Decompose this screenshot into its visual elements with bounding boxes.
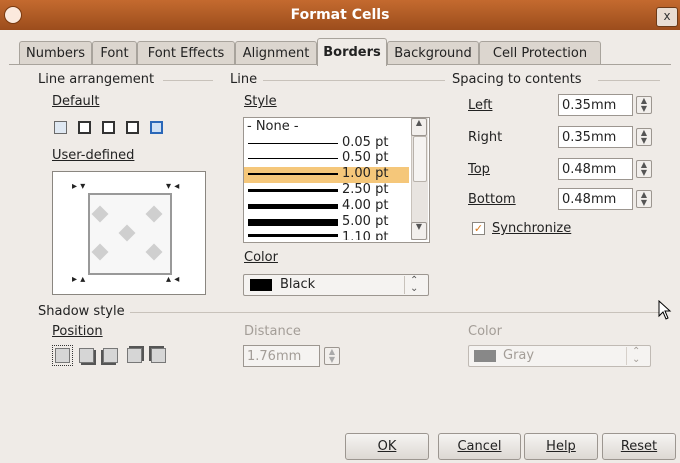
style-label: Style <box>244 94 277 109</box>
right-spin-icon[interactable]: ▲ ▼ <box>636 128 652 146</box>
group-divider <box>130 312 660 313</box>
corner-arrow-icon: ▾ ◂ <box>166 181 180 192</box>
left-label: Left <box>468 98 493 113</box>
shadow-color-value: Gray <box>503 348 535 363</box>
bottom-spin-icon[interactable]: ▲ ▼ <box>636 190 652 208</box>
corner-arrow-icon: ▴ ◂ <box>166 274 180 285</box>
distance-spin-icon[interactable]: ▲ ▼ <box>324 347 340 365</box>
user-defined-label: User-defined <box>52 148 135 163</box>
corner-arrow-icon: ▸ ▴ <box>72 274 86 285</box>
corner-arrow-icon: ▸ ▾ <box>72 181 86 192</box>
group-divider <box>598 80 660 81</box>
tab-background[interactable]: Background <box>387 41 479 65</box>
shadow-bottom-right-icon[interactable] <box>79 348 94 363</box>
left-spacing-input[interactable]: 0.35mm <box>558 94 633 116</box>
tab-borders[interactable]: Borders <box>317 38 387 66</box>
tab-font[interactable]: Font <box>92 41 137 65</box>
right-spacing-input[interactable]: 0.35mm <box>558 126 633 148</box>
select-divider <box>404 276 405 294</box>
style-item[interactable]: 5.00 pt <box>244 214 409 231</box>
reset-button[interactable]: Reset <box>602 433 676 460</box>
select-divider <box>626 347 627 365</box>
line-heading: Line <box>230 72 258 87</box>
tab-numbers[interactable]: Numbers <box>19 41 92 65</box>
shadow-bottom-left-icon[interactable] <box>103 348 118 363</box>
group-divider <box>163 80 213 81</box>
style-item[interactable]: 0.50 pt <box>244 150 409 167</box>
style-item[interactable]: 2.50 pt <box>244 182 409 199</box>
left-spin-icon[interactable]: ▲ ▼ <box>636 96 652 114</box>
mouse-cursor-icon <box>658 300 672 320</box>
style-item-none[interactable]: - None - <box>247 119 299 134</box>
line-arrangement-heading: Line arrangement <box>38 72 155 87</box>
top-spin-icon[interactable]: ▲ ▼ <box>636 160 652 178</box>
shadow-color-label: Color <box>468 324 502 339</box>
line-color-value: Black <box>280 277 316 292</box>
color-label: Color <box>244 250 278 265</box>
color-swatch <box>250 279 272 291</box>
shadow-top-right-icon[interactable] <box>127 348 142 363</box>
right-label: Right <box>468 130 503 145</box>
window-title: Format Cells <box>290 7 390 23</box>
ok-button[interactable]: OK <box>345 433 429 460</box>
scroll-thumb[interactable] <box>413 136 427 182</box>
position-label: Position <box>52 324 103 339</box>
distance-label: Distance <box>244 324 301 339</box>
close-button[interactable]: x <box>656 7 678 27</box>
synchronize-label[interactable]: Synchronize <box>492 221 571 236</box>
distance-input[interactable]: 1.76mm <box>243 345 320 367</box>
group-divider <box>263 80 445 81</box>
preset-outer-horizontal-icon[interactable] <box>102 121 115 134</box>
border-preview[interactable]: ▸ ▾ ▾ ◂ ▸ ▴ ▴ ◂ <box>52 171 206 295</box>
preset-outer-all-icon[interactable] <box>126 121 139 134</box>
style-item[interactable]: 1.10 pt <box>244 231 409 240</box>
scroll-up-icon[interactable]: ▲ <box>411 118 427 136</box>
shadow-none-icon[interactable] <box>55 348 70 363</box>
synchronize-checkbox[interactable]: ✓ <box>472 222 485 235</box>
bottom-label: Bottom <box>468 192 516 207</box>
help-button[interactable]: Help <box>524 433 598 460</box>
bottom-spacing-input[interactable]: 0.48mm <box>558 188 633 210</box>
default-label: Default <box>52 94 100 109</box>
spacing-heading: Spacing to contents <box>452 72 582 87</box>
shadow-color-swatch <box>474 350 496 362</box>
preset-outer-inner-icon[interactable] <box>150 121 163 134</box>
tab-font-effects[interactable]: Font Effects <box>137 41 235 65</box>
preset-none-icon[interactable] <box>54 121 67 134</box>
style-item[interactable]: 4.00 pt <box>244 198 409 215</box>
shadow-heading: Shadow style <box>38 304 125 319</box>
top-label: Top <box>468 162 490 177</box>
shadow-top-left-icon[interactable] <box>151 348 166 363</box>
cancel-button[interactable]: Cancel <box>438 433 521 460</box>
top-spacing-input[interactable]: 0.48mm <box>558 158 633 180</box>
chevron-updown-icon: ⌃ ⌄ <box>410 275 419 294</box>
preset-outer-icon[interactable] <box>78 121 91 134</box>
scroll-down-icon[interactable]: ▼ <box>411 222 427 240</box>
tab-alignment[interactable]: Alignment <box>235 41 317 65</box>
tab-cell-protection[interactable]: Cell Protection <box>479 41 601 65</box>
chevron-updown-icon: ⌃ ⌄ <box>632 346 641 365</box>
style-item-selected[interactable]: 1.00 pt <box>244 166 409 183</box>
